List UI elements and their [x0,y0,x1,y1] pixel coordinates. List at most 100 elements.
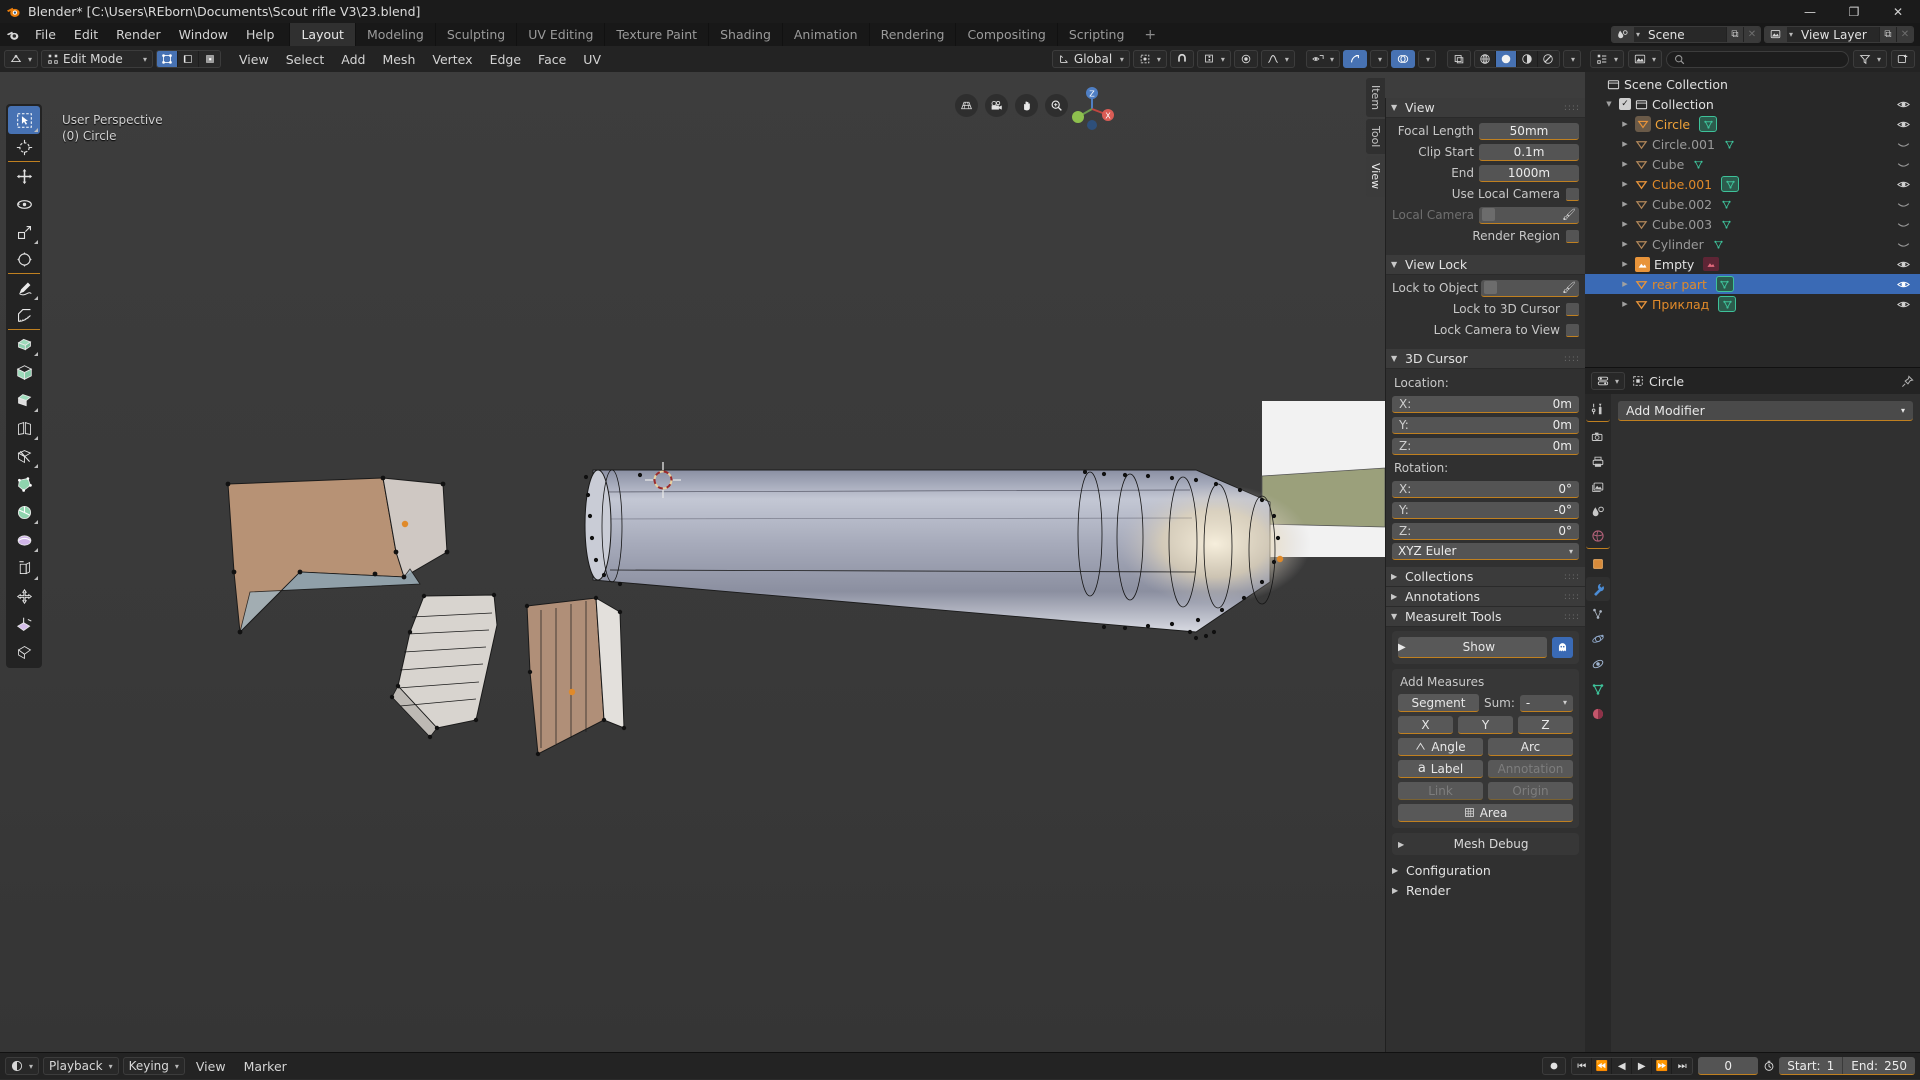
mesh-data-icon[interactable] [1721,199,1732,210]
measureit-origin-button[interactable]: Origin [1488,782,1573,800]
properties-tab-output[interactable] [1586,450,1610,474]
clip-end-field[interactable]: 1000m [1479,164,1579,182]
properties-editor-type-selector[interactable]: ▾ [1591,372,1626,390]
properties-tab-material[interactable] [1586,702,1610,726]
outliner-row-cube-002[interactable]: ▶ Cube.002 [1585,194,1920,214]
snap-target-selector[interactable]: ▾ [1196,50,1231,68]
tool-move[interactable] [8,162,40,190]
vertex-select-mode-button[interactable] [157,51,179,67]
measureit-arc-button[interactable]: Arc [1488,738,1573,756]
cursor-location-x-field[interactable]: X: 0m [1392,395,1579,413]
mesh-debug-label[interactable]: Mesh Debug [1409,837,1573,851]
eyedropper-icon[interactable]: 🖌 [1562,208,1576,221]
gizmo-toggle[interactable] [1342,50,1367,68]
blender-menu-icon[interactable] [0,23,26,46]
viewport-menu-add[interactable]: Add [334,50,372,68]
pan-view-button[interactable] [1015,94,1038,117]
overlays-toggle[interactable] [1390,50,1415,68]
auto-keying-toggle[interactable] [1542,1057,1567,1075]
scene-selector[interactable]: ▾ Scene ⧉ ✕ [1610,26,1761,43]
use-local-camera-checkbox[interactable] [1566,187,1579,201]
scene-new-copy-button[interactable]: ⧉ [1725,27,1743,42]
collection-visibility-toggle[interactable] [1897,98,1910,111]
focal-length-field[interactable]: 50mm [1479,122,1579,140]
end-frame-field[interactable]: End: 250 [1843,1057,1915,1074]
tool-spin[interactable] [8,498,40,526]
mesh-data-icon[interactable] [1724,139,1735,150]
measureit-ghost-toggle[interactable] [1552,637,1573,658]
viewport-menu-vertex[interactable]: Vertex [425,50,479,68]
outliner-row-circle-001[interactable]: ▶ Circle.001 [1585,134,1920,154]
measureit-segment-button[interactable]: Segment [1398,694,1479,712]
mesh-data-icon[interactable] [1693,159,1704,170]
proportional-edit-toggle[interactable] [1233,50,1258,68]
cursor-rotation-mode-dropdown[interactable]: XYZ Euler ▾ [1392,543,1579,560]
outliner-row-circle[interactable]: ▶ Circle [1585,114,1920,134]
previous-keyframe-button[interactable]: ⏪ [1592,1058,1613,1074]
priklad-visibility-toggle[interactable] [1897,298,1910,311]
workspace-tab-rendering[interactable]: Rendering [868,23,956,46]
properties-tab-tool[interactable] [1586,398,1610,422]
outliner-row-rear-part[interactable]: ▶ rear part [1585,274,1920,294]
cube-003-visibility-toggle[interactable] [1897,218,1910,231]
tool-inset-faces[interactable] [8,358,40,386]
tool-rotate[interactable] [8,190,40,218]
mesh-data-selected-icon[interactable] [1721,176,1740,192]
cube-002-expand-icon[interactable]: ▶ [1619,200,1631,208]
jump-to-end-button[interactable]: ⏭ [1672,1058,1693,1074]
cube-expand-icon[interactable]: ▶ [1619,160,1631,168]
tool-cursor[interactable] [8,134,40,162]
start-frame-field[interactable]: Start: 1 [1779,1057,1844,1074]
play-reverse-button[interactable]: ◀ [1612,1058,1633,1074]
viewport-menu-edge[interactable]: Edge [483,50,528,68]
visibility-selector[interactable]: ▾ [1305,50,1340,68]
tool-tweak-select[interactable] [8,106,40,134]
tool-annotate[interactable] [8,274,40,302]
measureit-angle-button[interactable]: Angle [1398,738,1483,756]
properties-tab-world[interactable] [1586,525,1610,549]
tool-poly-build[interactable] [8,470,40,498]
tool-extrude-region[interactable] [8,330,40,358]
tool-smooth[interactable] [8,526,40,554]
properties-tab-constraints[interactable] [1586,652,1610,676]
outliner-tree[interactable]: Scene Collection ▼ ✓ Collection ▶ Circle… [1585,72,1920,367]
annotations-panel-header[interactable]: ▶ Annotations :::: [1386,587,1585,607]
cube-001-visibility-toggle[interactable] [1897,178,1910,191]
priklad-expand-icon[interactable]: ▶ [1619,300,1631,308]
lock-to-3d-cursor-checkbox[interactable] [1566,302,1579,316]
measureit-z-button[interactable]: Z [1518,716,1573,734]
workspace-tab-modeling[interactable]: Modeling [354,23,435,46]
circle-001-expand-icon[interactable]: ▶ [1619,140,1631,148]
clip-start-field[interactable]: 0.1m [1479,143,1579,161]
rear-part-expand-icon[interactable]: ▶ [1619,280,1631,288]
measureit-area-button[interactable]: Area [1398,804,1573,822]
npanel-tab-view[interactable]: View [1366,156,1385,197]
measureit-panel-header[interactable]: ▼ MeasureIt Tools :::: [1386,607,1585,627]
outliner-row-collection[interactable]: ▼ ✓ Collection [1585,94,1920,114]
render-panel-header[interactable]: ▶ Render [1392,880,1579,900]
view-panel-header[interactable]: ▼ View :::: [1386,98,1585,118]
face-select-mode-button[interactable] [199,51,221,67]
outliner-new-collection-button[interactable] [1891,50,1915,68]
toggle-perspective-button[interactable] [955,94,978,117]
tool-knife[interactable] [8,442,40,470]
viewport-menu-select[interactable]: Select [279,50,332,68]
cursor-location-z-field[interactable]: Z: 0m [1392,437,1579,455]
scene-unlink-button[interactable]: ✕ [1742,27,1760,42]
rear-part-visibility-toggle[interactable] [1897,278,1910,291]
properties-tab-view-layer[interactable] [1586,475,1610,499]
cube-003-expand-icon[interactable]: ▶ [1619,220,1631,228]
timeline-editor-type-selector[interactable]: ▾ [5,1057,40,1075]
circle-expand-icon[interactable]: ▶ [1619,120,1631,128]
mesh-data-selected-icon[interactable] [1718,296,1737,312]
timeline-view-menu[interactable]: View [189,1057,233,1075]
menu-window[interactable]: Window [170,23,237,46]
close-button[interactable]: ✕ [1876,0,1920,23]
outliner-editor-type-selector[interactable]: ▾ [1590,50,1625,68]
outliner-search-input[interactable] [1666,50,1849,68]
workspace-tab-uv-editing[interactable]: UV Editing [516,23,604,46]
shading-material-preview-button[interactable] [1516,51,1538,67]
collection-expand-icon[interactable]: ▼ [1603,100,1615,108]
npanel-tab-tool[interactable]: Tool [1366,119,1385,155]
viewport-menu-face[interactable]: Face [531,50,573,68]
